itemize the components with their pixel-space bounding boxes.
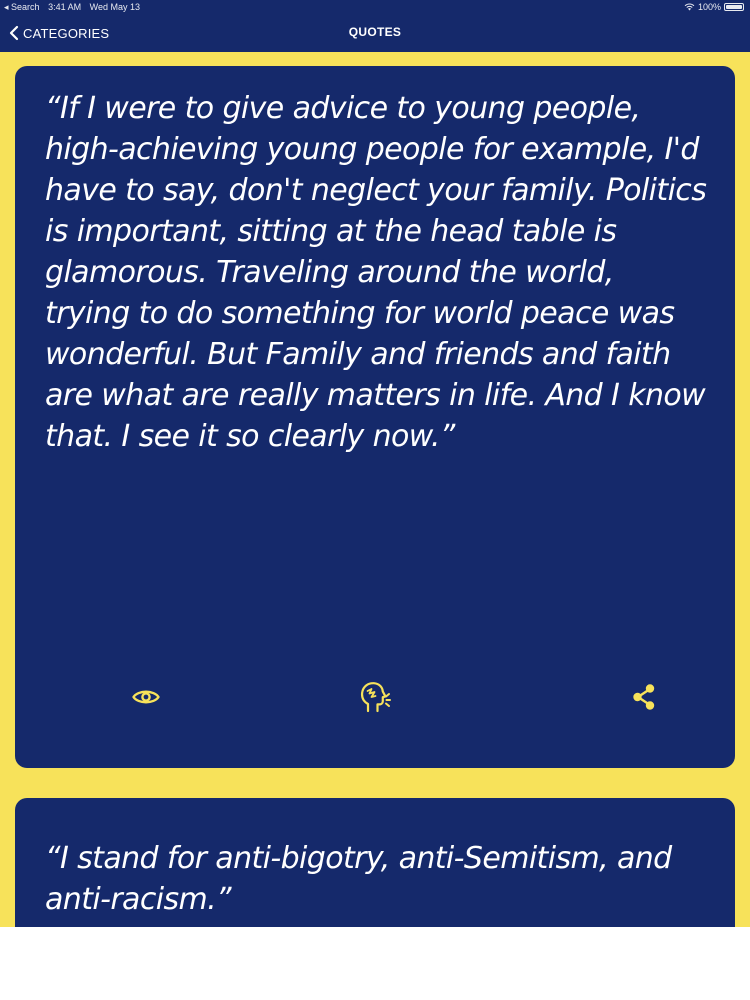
page-title: QUOTES <box>348 25 402 39</box>
share-icon <box>633 684 655 710</box>
quote-actions <box>15 680 735 714</box>
speak-quote-button[interactable] <box>358 680 392 714</box>
eye-icon <box>132 690 160 704</box>
quote-card[interactable]: “If I were to give advice to young peopl… <box>15 66 735 768</box>
view-quote-button[interactable] <box>129 680 163 714</box>
quote-text: “If I were to give advice to young peopl… <box>45 91 707 454</box>
quote-card[interactable]: “I stand for anti-bigotry, anti-Semitism… <box>15 798 735 927</box>
quote-text: “I stand for anti-bigotry, anti-Semitism… <box>45 841 672 917</box>
status-left: ◂ Search 3:41 AM Wed May 13 <box>4 0 146 14</box>
battery-percent: 100% <box>697 2 721 12</box>
quotes-screen: ◂ Search 3:41 AM Wed May 13 100% CATEGOR <box>0 0 750 927</box>
top-bar: ◂ Search 3:41 AM Wed May 13 100% CATEGOR <box>0 0 750 52</box>
wifi-icon <box>684 3 695 11</box>
status-bar: ◂ Search 3:41 AM Wed May 13 100% <box>0 0 750 14</box>
speak-icon <box>360 682 391 713</box>
status-right: 100% <box>684 0 744 14</box>
share-quote-button[interactable] <box>627 680 661 714</box>
status-date: Wed May 13 <box>89 2 140 12</box>
status-time: 3:41 AM <box>48 2 82 12</box>
status-back-app[interactable]: ◂ Search <box>4 2 40 12</box>
battery-icon <box>724 3 744 11</box>
nav-bar: CATEGORIES QUOTES <box>0 14 750 52</box>
